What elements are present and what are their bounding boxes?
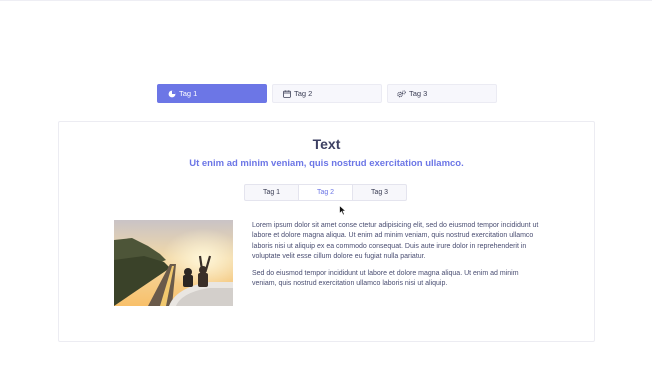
paragraph-2: Sed do eiusmod tempor incididunt ut labo… — [252, 269, 519, 288]
card-title: Text — [312, 136, 341, 152]
outer-tab-1[interactable]: Tag 1 — [157, 84, 267, 103]
outer-tab-3-label: Tag 3 — [409, 89, 428, 98]
inner-tab-1[interactable]: Tag 1 — [244, 184, 299, 201]
outer-tab-3[interactable]: Tag 3 — [387, 84, 497, 103]
outer-tab-2-label: Tag 2 — [294, 89, 313, 98]
content-text: Lorem ipsum dolor sit amet conse ctetur … — [252, 221, 542, 295]
calendar-icon — [282, 89, 291, 98]
inner-tab-2[interactable]: Tag 2 — [298, 184, 353, 201]
top-divider — [0, 0, 652, 1]
car-photo — [114, 220, 233, 306]
paragraph-1: Lorem ipsum dolor sit amet conse ctetur … — [252, 222, 539, 261]
inner-tab-bar: Tag 1 Tag 2 Tag 3 — [244, 184, 407, 201]
outer-tab-bar: Tag 1 Tag 2 Tag 3 — [157, 84, 497, 103]
mouse-cursor-icon — [339, 205, 347, 216]
outer-tab-2[interactable]: Tag 2 — [272, 84, 382, 103]
outer-tab-1-label: Tag 1 — [179, 89, 198, 98]
pie-chart-icon — [167, 89, 176, 98]
gears-icon — [397, 89, 406, 98]
inner-tab-3[interactable]: Tag 3 — [352, 184, 407, 201]
card-subtitle: Ut enim ad minim veniam, quis nostrud ex… — [189, 158, 464, 169]
content-card: Text Ut enim ad minim veniam, quis nostr… — [58, 121, 595, 342]
